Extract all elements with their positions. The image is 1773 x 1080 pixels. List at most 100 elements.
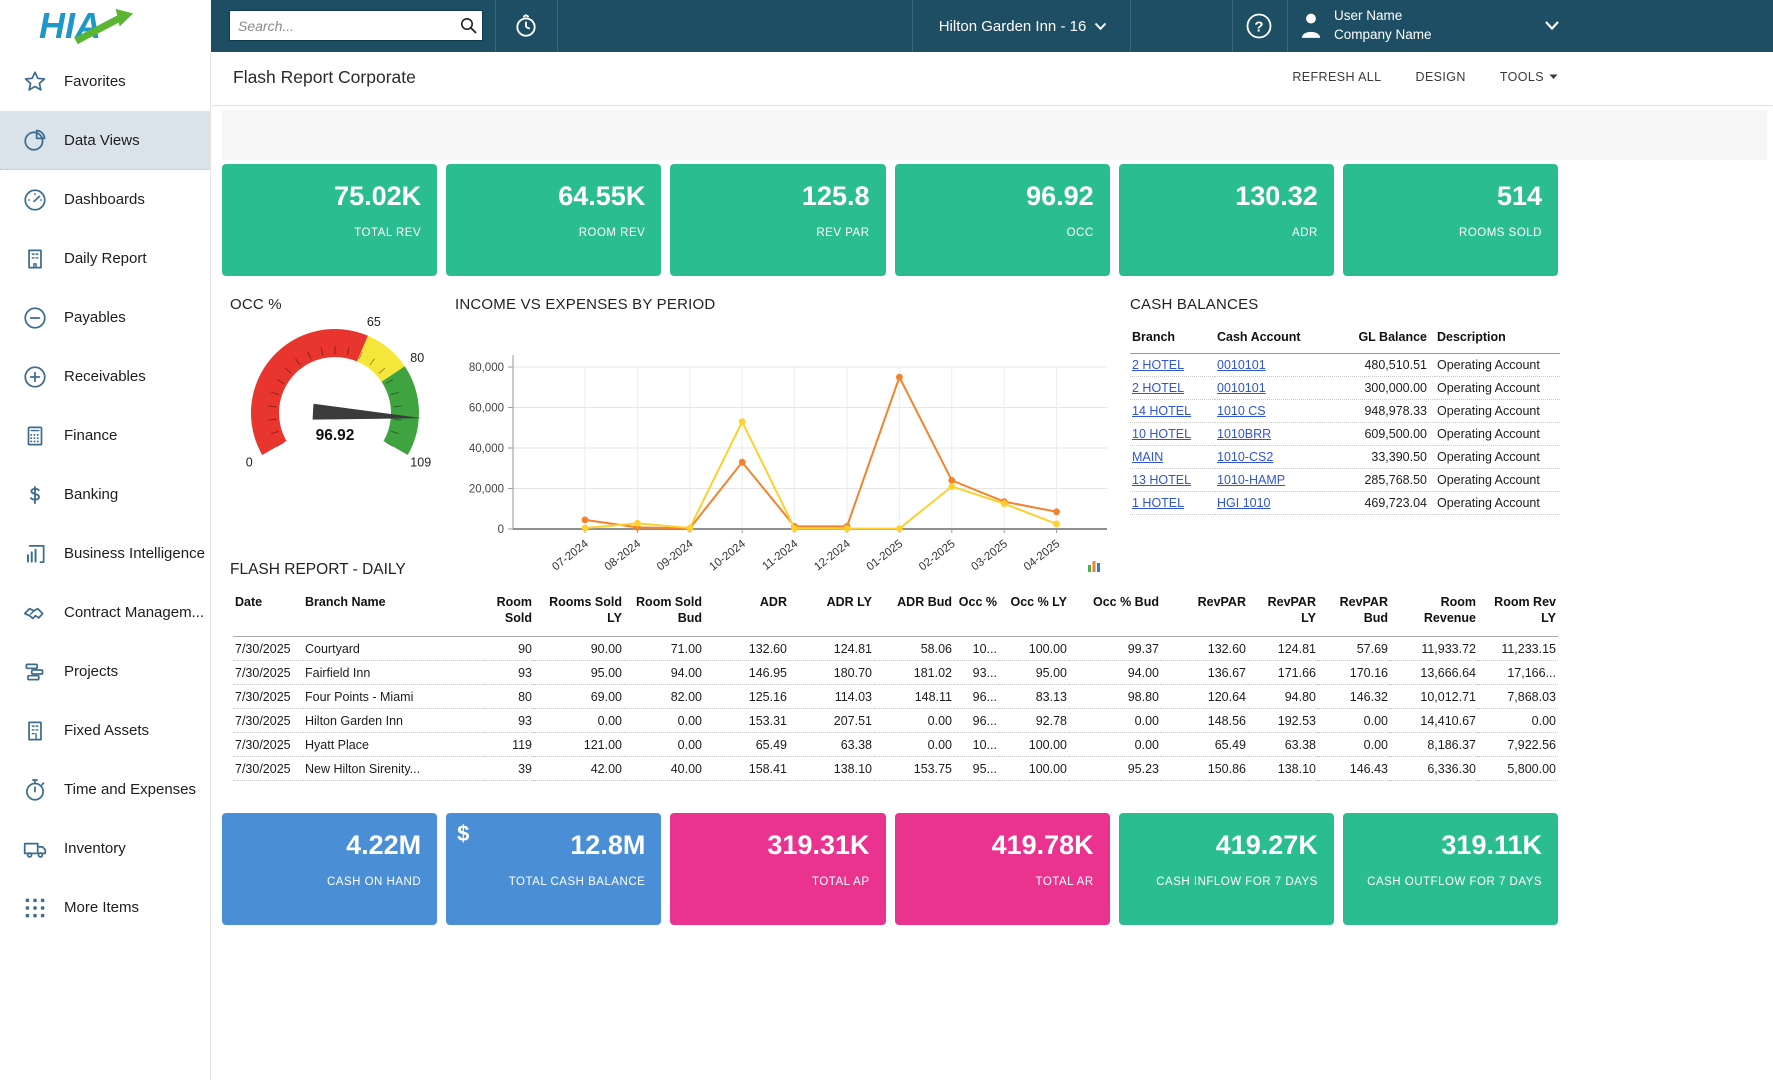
kpi-card-rev-par[interactable]: 125.8REV PAR bbox=[670, 164, 885, 276]
flash-cell: 63.38 bbox=[789, 733, 874, 757]
page-title: Flash Report Corporate bbox=[233, 67, 416, 88]
sidebar-item-projects[interactable]: Projects bbox=[0, 642, 210, 701]
user-menu[interactable]: User Name Company Name bbox=[1298, 6, 1432, 44]
flash-cell: 71.00 bbox=[624, 637, 704, 661]
sidebar-item-favorites[interactable]: Favorites bbox=[0, 52, 210, 111]
cash-account-link[interactable]: 1010-HAMP bbox=[1217, 473, 1285, 487]
cash-account-link[interactable]: 0010101 bbox=[1217, 381, 1266, 395]
branch-link[interactable]: 2 HOTEL bbox=[1132, 358, 1184, 372]
branch-link[interactable]: 13 HOTEL bbox=[1132, 473, 1191, 487]
sidebar-item-fixed-assets[interactable]: Fixed Assets bbox=[0, 701, 210, 760]
flash-cell: 153.75 bbox=[874, 757, 954, 781]
sidebar-item-data-views[interactable]: Data Views bbox=[0, 111, 210, 170]
sidebar-item-payables[interactable]: Payables bbox=[0, 288, 210, 347]
cash-account-link[interactable]: 1010BRR bbox=[1217, 427, 1271, 441]
branch-link[interactable]: 14 HOTEL bbox=[1132, 404, 1191, 418]
sidebar-item-more-items[interactable]: More Items bbox=[0, 878, 210, 937]
flash-cell: 170.16 bbox=[1318, 661, 1390, 685]
kpi-card-total-cash-balance[interactable]: $12.8MTOTAL CASH BALANCE bbox=[446, 813, 661, 925]
search-icon[interactable] bbox=[454, 17, 482, 34]
kpi-card-cash-on-hand[interactable]: 4.22MCASH ON HAND bbox=[222, 813, 437, 925]
cash-balances-table: BranchCash AccountGL BalanceDescription2… bbox=[1130, 327, 1560, 515]
flash-cell: 171.66 bbox=[1248, 661, 1318, 685]
kpi-label: TOTAL AR bbox=[907, 875, 1094, 889]
flash-cell: 0.00 bbox=[624, 733, 704, 757]
logo[interactable]: HIA bbox=[0, 0, 211, 52]
flash-cell: 98.80 bbox=[1069, 685, 1161, 709]
topbar-separator bbox=[557, 0, 558, 52]
flash-cell: Hyatt Place bbox=[303, 733, 484, 757]
gl-balance-cell: 300,000.00 bbox=[1320, 377, 1435, 400]
sidebar-item-label: Receivables bbox=[64, 368, 146, 385]
sidebar-item-finance[interactable]: Finance bbox=[0, 406, 210, 465]
kpi-card-cash-outflow-for-7-days[interactable]: 319.11KCASH OUTFLOW FOR 7 DAYS bbox=[1343, 813, 1558, 925]
sidebar-item-dashboards[interactable]: Dashboards bbox=[0, 170, 210, 229]
flash-cell: 5,800.00 bbox=[1478, 757, 1558, 781]
sidebar-item-label: Business Intelligence bbox=[64, 545, 205, 562]
cash-account-link[interactable]: 1010 CS bbox=[1217, 404, 1266, 418]
search-input[interactable] bbox=[230, 18, 454, 34]
sidebar-item-receivables[interactable]: Receivables bbox=[0, 347, 210, 406]
branch-link[interactable]: 2 HOTEL bbox=[1132, 381, 1184, 395]
flash-cell: 158.41 bbox=[704, 757, 789, 781]
kpi-card-cash-inflow-for-7-days[interactable]: 419.27KCASH INFLOW FOR 7 DAYS bbox=[1119, 813, 1334, 925]
sidebar-item-contract-managem[interactable]: Contract Managem... bbox=[0, 583, 210, 642]
kpi-card-rooms-sold[interactable]: 514ROOMS SOLD bbox=[1343, 164, 1558, 276]
description-cell: Operating Account bbox=[1435, 354, 1560, 377]
flash-cell: 120.64 bbox=[1161, 685, 1248, 709]
kpi-card-occ[interactable]: 96.92OCC bbox=[895, 164, 1110, 276]
flash-cell: 95.23 bbox=[1069, 757, 1161, 781]
cash-balances-title: CASH BALANCES bbox=[1130, 296, 1562, 313]
sidebar-item-label: Data Views bbox=[64, 132, 140, 149]
building-icon bbox=[21, 245, 48, 272]
branch-selector[interactable]: Hilton Garden Inn - 16 bbox=[920, 0, 1126, 52]
svg-text:03-2025: 03-2025 bbox=[969, 538, 1010, 573]
flash-cell: 148.11 bbox=[874, 685, 954, 709]
branch-link[interactable]: 10 HOTEL bbox=[1132, 427, 1191, 441]
chart-type-icon[interactable] bbox=[1087, 558, 1102, 578]
svg-text:80: 80 bbox=[410, 351, 424, 365]
flash-cell: 181.02 bbox=[874, 661, 954, 685]
flash-col-occ: Occ % bbox=[954, 592, 999, 637]
help-icon[interactable]: ? bbox=[1243, 10, 1275, 42]
branch-link[interactable]: MAIN bbox=[1132, 450, 1163, 464]
sidebar-item-time-and-expenses[interactable]: Time and Expenses bbox=[0, 760, 210, 819]
sidebar-item-inventory[interactable]: Inventory bbox=[0, 819, 210, 878]
tools-button[interactable]: TOOLS bbox=[1500, 70, 1558, 84]
sidebar-item-label: Payables bbox=[64, 309, 126, 326]
history-icon[interactable] bbox=[510, 10, 542, 42]
refresh-all-button[interactable]: REFRESH ALL bbox=[1292, 70, 1381, 84]
sidebar-item-banking[interactable]: Banking bbox=[0, 465, 210, 524]
flash-cell: 0.00 bbox=[1478, 709, 1558, 733]
sidebar-item-daily-report[interactable]: Daily Report bbox=[0, 229, 210, 288]
kpi-card-total-rev[interactable]: 75.02KTOTAL REV bbox=[222, 164, 437, 276]
flash-cell: 10... bbox=[954, 733, 999, 757]
design-button[interactable]: DESIGN bbox=[1416, 70, 1466, 84]
kpi-card-room-rev[interactable]: 64.55KROOM REV bbox=[446, 164, 661, 276]
flash-cell: 96... bbox=[954, 709, 999, 733]
cash-row: 1 HOTELHGI 1010469,723.04Operating Accou… bbox=[1130, 492, 1560, 515]
sidebar-item-business-intelligence[interactable]: Business Intelligence bbox=[0, 524, 210, 583]
gl-balance-cell: 469,723.04 bbox=[1320, 492, 1435, 515]
kpi-label: ADR bbox=[1131, 226, 1318, 240]
flash-row: 7/30/2025Hyatt Place119121.000.0065.4963… bbox=[233, 733, 1558, 757]
flash-cell: 93... bbox=[954, 661, 999, 685]
branch-link[interactable]: 1 HOTEL bbox=[1132, 496, 1184, 510]
cash-account-link[interactable]: 0010101 bbox=[1217, 358, 1266, 372]
sidebar-item-label: Projects bbox=[64, 663, 118, 680]
flash-row: 7/30/2025New Hilton Sirenity...3942.0040… bbox=[233, 757, 1558, 781]
kpi-card-adr[interactable]: 130.32ADR bbox=[1119, 164, 1334, 276]
cash-col-cash-account: Cash Account bbox=[1215, 327, 1320, 354]
flash-cell: 180.70 bbox=[789, 661, 874, 685]
topbar-chevron-down-icon[interactable] bbox=[1544, 18, 1560, 36]
flash-cell: Courtyard bbox=[303, 637, 484, 661]
cash-row: 10 HOTEL1010BRR609,500.00Operating Accou… bbox=[1130, 423, 1560, 446]
kpi-card-total-ap[interactable]: 319.31KTOTAL AP bbox=[670, 813, 885, 925]
flash-col-adr-ly: ADR LY bbox=[789, 592, 874, 637]
kpi-card-total-ar[interactable]: 419.78KTOTAL AR bbox=[895, 813, 1110, 925]
flash-cell: 65.49 bbox=[704, 733, 789, 757]
flash-cell: 124.81 bbox=[1248, 637, 1318, 661]
income-expenses-panel: INCOME VS EXPENSES BY PERIOD 020,00040,0… bbox=[455, 296, 1117, 602]
cash-account-link[interactable]: HGI 1010 bbox=[1217, 496, 1271, 510]
cash-account-link[interactable]: 1010-CS2 bbox=[1217, 450, 1273, 464]
